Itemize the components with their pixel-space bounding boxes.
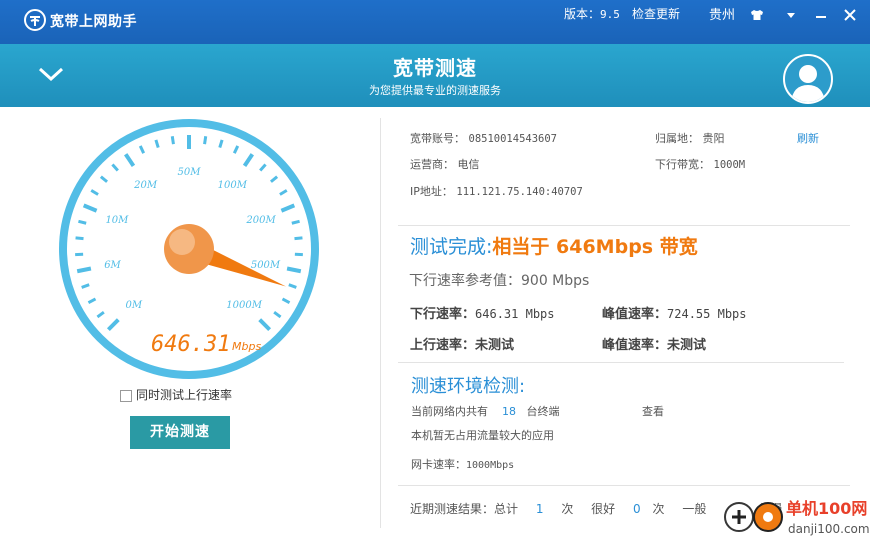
header-banner: 宽带测速 为您提供最专业的测速服务 [0,44,870,107]
reference-speed: 下行速率参考值：900 Mbps [409,270,589,290]
result-headline: 测试完成:相当于 646Mbps 带宽 [410,232,698,259]
gauge-minor-tick [78,221,86,223]
refresh-link[interactable]: 刷新 [797,130,819,146]
close-icon[interactable] [842,7,858,23]
gauge-tick-label: 500M [251,260,281,271]
app-name: 宽带上网助手 [50,11,137,31]
title-bar: 宽带上网助手 版本：9.5 检查更新 贵州 [0,0,870,44]
skin-shirt-icon[interactable] [749,7,765,23]
traffic-note: 本机暂无占用流量较大的应用 [411,427,554,443]
isp-info: 运营商： 电信 [410,156,480,172]
gauge-tick-label: 0M [126,300,143,311]
download-peak-speed: 峰值速率：724.55 Mbps [602,303,747,322]
gauge-unit: Mbps [232,340,261,353]
gauge-tick-label: 6M [104,260,121,271]
minimize-icon[interactable] [813,7,829,23]
gauge-minor-tick [205,136,206,144]
svg-text:danji100.com: danji100.com [788,522,870,536]
location-label: 贵州 [709,4,735,23]
gauge-tick-label: 1000M [226,300,262,311]
upload-speed: 上行速率：未测试 [410,334,514,353]
view-devices-link[interactable]: 查看 [642,403,664,419]
gauge-major-tick [287,269,301,272]
download-speed: 下行速率：646.31 Mbps [410,303,555,322]
gauge-major-tick [77,269,91,272]
speed-gauge: 0M 6M 10M 20M 50M 100M 200M 500M 1000M 646.31 Mb… [55,115,323,383]
site-watermark: 单机100网 danji100.com [722,494,870,540]
section-divider [398,225,850,226]
svg-text:单机100网: 单机100网 [786,499,867,518]
gauge-reading: 646.31 [151,332,230,357]
gauge-minor-tick [292,221,300,223]
environment-title: 测速环境检测: [411,372,525,398]
menu-dropdown-icon[interactable] [783,7,799,23]
gauge-hub-highlight [169,229,195,255]
section-divider [398,362,844,363]
nic-speed: 网卡速率：1000Mbps [411,456,514,472]
gauge-tick-label: 100M [218,180,248,191]
avatar[interactable] [783,54,833,104]
gauge-tick-label: 200M [245,215,276,226]
page-title: 宽带测速 [0,52,870,81]
start-test-button[interactable]: 开始测速 [130,416,230,449]
lan-device-count: 当前网络内共有 18 台终端 [411,403,560,419]
section-divider [398,485,850,486]
gauge-minor-tick [172,136,173,144]
bandwidth-info: 下行带宽： 1000M [655,156,745,172]
page-subtitle: 为您提供最专业的测速服务 [0,82,870,98]
vertical-divider [380,118,381,528]
account-number: 宽带账号： 08510014543607 [410,130,557,146]
gauge-tick-label: 20M [133,180,158,191]
watermark-logo-icon: 单机100网 danji100.com [722,494,870,540]
gauge-tick-label: 10M [105,215,129,226]
upload-test-checkbox[interactable]: 同时测试上行速率 [120,386,232,403]
ip-address: IP地址： 111.121.75.140:40707 [410,183,583,199]
checkbox-label: 同时测试上行速率 [136,388,232,402]
upload-peak-speed: 峰值速率：未测试 [602,334,706,353]
gauge-minor-tick [294,238,302,239]
region-info: 归属地： 贵阳 [655,130,725,146]
gauge-tick-label: 50M [178,167,202,178]
version-info: 版本：9.5 [564,5,620,22]
user-icon [785,56,831,102]
app-logo-icon [24,9,46,31]
check-update-link[interactable]: 检查更新 [632,5,680,22]
gauge-minor-tick [76,238,84,239]
checkbox-box[interactable] [120,390,132,402]
